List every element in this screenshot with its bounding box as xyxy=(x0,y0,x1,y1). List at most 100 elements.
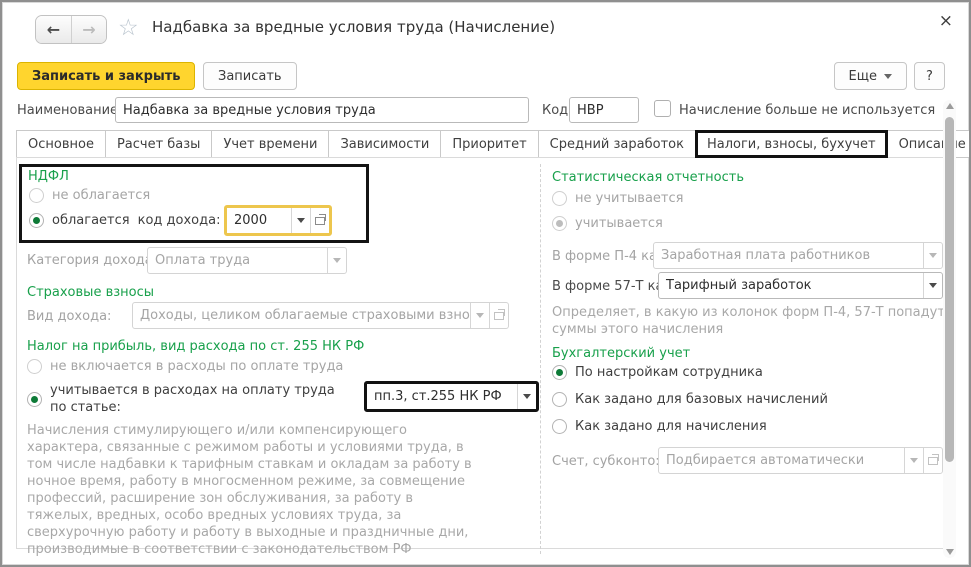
tab-bar: Основное Расчет базы Учет времени Зависи… xyxy=(16,130,971,158)
accounting-by-employee-label: По настройкам сотрудника xyxy=(575,365,763,380)
ndfl-not-taxed-radio xyxy=(29,188,44,203)
t57-form-combobox[interactable]: Тарифный заработок xyxy=(658,272,943,299)
accounting-section-title: Бухгалтерский учет xyxy=(552,346,690,361)
p4-form-combobox: Заработная плата работников xyxy=(653,242,943,269)
history-nav-group: ← → xyxy=(35,15,107,44)
t57-form-dropdown-icon[interactable] xyxy=(923,273,942,298)
window-title: Надбавка за вредные условия труда (Начис… xyxy=(152,18,555,36)
forward-arrow-icon: → xyxy=(82,20,95,39)
stats-not-counted-radio xyxy=(552,191,567,206)
income-category-combobox: Оплата труда xyxy=(147,247,347,274)
account-subconto-combobox: Подбирается автоматически xyxy=(658,447,943,474)
account-subconto-label: Счет, субконто: xyxy=(552,454,660,469)
income-code-dropdown-icon[interactable] xyxy=(291,208,310,233)
account-subconto-dropdown-icon xyxy=(904,448,923,473)
ndfl-not-taxed-option: не облагается xyxy=(29,188,150,203)
accounting-for-accrual-option: Как задано для начисления xyxy=(552,419,767,434)
tab-zavisimosti[interactable]: Зависимости xyxy=(328,130,441,158)
open-form-icon xyxy=(928,457,938,465)
open-form-icon xyxy=(494,312,504,320)
stats-counted-option: учитывается xyxy=(552,216,663,231)
favorite-star-icon[interactable]: ☆ xyxy=(118,15,139,41)
save-and-close-button[interactable]: Записать и закрыть xyxy=(17,62,195,90)
ndfl-not-taxed-label: не облагается xyxy=(52,188,150,203)
stats-hint-text: Определяет, в какую из колонок форм П-4,… xyxy=(552,304,957,338)
p4-form-value: Заработная плата работников xyxy=(654,243,923,268)
profit-tax-included-option: учитывается в расходах на оплату труда п… xyxy=(27,382,352,416)
help-button[interactable]: ? xyxy=(914,62,945,90)
scroll-down-icon[interactable] xyxy=(946,549,954,555)
profit-tax-not-included-option: не включается в расходы по оплате труда xyxy=(27,359,343,374)
accounting-for-accrual-radio[interactable] xyxy=(552,419,567,434)
not-used-label: Начисление больше не используется xyxy=(679,103,935,118)
code-input[interactable] xyxy=(569,97,639,123)
income-type-label: Вид дохода: xyxy=(27,309,111,324)
income-code-open-button[interactable] xyxy=(310,208,329,233)
chevron-down-icon xyxy=(884,74,892,79)
code-label: Код: xyxy=(542,103,573,118)
profit-tax-hint-text: Начисления стимулирующего и/или компенси… xyxy=(27,422,474,558)
p4-form-dropdown-icon xyxy=(923,243,942,268)
tab-opisanie[interactable]: Описание xyxy=(887,130,971,158)
close-icon[interactable]: × xyxy=(939,13,953,30)
profit-tax-not-included-label: не включается в расходы по оплате труда xyxy=(50,359,343,374)
scrollbar-thumb[interactable] xyxy=(945,117,954,462)
accounting-by-employee-radio[interactable] xyxy=(552,365,567,380)
ndfl-section-title: НДФЛ xyxy=(28,169,69,184)
column-separator xyxy=(540,164,541,554)
tab-raschet-bazy[interactable]: Расчет базы xyxy=(105,130,213,158)
income-category-label: Категория дохода: xyxy=(27,253,157,268)
save-button[interactable]: Записать xyxy=(203,62,297,90)
account-subconto-placeholder: Подбирается автоматически xyxy=(659,448,904,473)
income-code-label: код дохода: xyxy=(138,213,221,228)
more-button[interactable]: Еще xyxy=(834,62,907,90)
profit-tax-article-value: пп.3, ст.255 НК РФ xyxy=(367,384,517,409)
stats-counted-label: учитывается xyxy=(575,216,663,231)
name-input[interactable] xyxy=(115,97,529,123)
accounting-for-base-radio[interactable] xyxy=(552,392,567,407)
back-button[interactable]: ← xyxy=(36,16,71,43)
tab-osnovnoe[interactable]: Основное xyxy=(16,130,106,158)
profit-tax-article-combobox[interactable]: пп.3, ст.255 НК РФ xyxy=(364,381,539,412)
stats-not-counted-option: не учитывается xyxy=(552,191,683,206)
open-form-icon xyxy=(315,217,325,225)
profit-tax-section-title: Налог на прибыль, вид расхода по ст. 255… xyxy=(27,339,364,354)
name-label: Наименование: xyxy=(17,103,122,118)
profit-tax-not-included-radio xyxy=(27,359,42,374)
income-type-combobox: Доходы, целиком облагаемые страховыми вз… xyxy=(132,302,509,329)
dialog-window: ← → ☆ Надбавка за вредные условия труда … xyxy=(0,0,971,567)
more-button-label: Еще xyxy=(849,69,877,84)
income-code-value: 2000 xyxy=(227,208,291,233)
insurance-section-title: Страховые взносы xyxy=(27,285,154,300)
vertical-scrollbar[interactable] xyxy=(943,100,956,558)
tab-uchet-vremeni[interactable]: Учет времени xyxy=(211,130,329,158)
income-category-dropdown-icon xyxy=(327,248,346,273)
income-type-value: Доходы, целиком облагаемые страховыми вз… xyxy=(133,303,470,328)
accounting-for-accrual-label: Как задано для начисления xyxy=(575,419,767,434)
account-subconto-open-button xyxy=(923,448,942,473)
income-code-combobox[interactable]: 2000 xyxy=(224,205,332,236)
scroll-up-icon[interactable] xyxy=(946,103,954,109)
tab-sredniy-zarabotok[interactable]: Средний заработок xyxy=(538,130,696,158)
profit-tax-included-label: учитывается в расходах на оплату труда п… xyxy=(50,382,352,416)
accounting-for-base-option: Как задано для базовых начислений xyxy=(552,392,828,407)
forward-button: → xyxy=(71,16,106,43)
back-arrow-icon: ← xyxy=(47,20,60,39)
p4-form-label: В форме П-4 как: xyxy=(552,249,669,264)
accounting-by-employee-option: По настройкам сотрудника xyxy=(552,365,763,380)
tab-prioritet[interactable]: Приоритет xyxy=(440,130,538,158)
income-type-dropdown-icon xyxy=(470,303,489,328)
stats-not-counted-label: не учитывается xyxy=(575,191,683,206)
stats-counted-radio xyxy=(552,216,567,231)
tab-nalogi-vznosy-buhuchet[interactable]: Налоги, взносы, бухучет xyxy=(695,130,888,158)
stats-section-title: Статистическая отчетность xyxy=(552,170,744,185)
income-category-value: Оплата труда xyxy=(148,248,327,273)
not-used-checkbox[interactable] xyxy=(654,100,671,117)
accounting-for-base-label: Как задано для базовых начислений xyxy=(575,392,828,407)
t57-form-value: Тарифный заработок xyxy=(659,273,923,298)
ndfl-taxed-label: облагается xyxy=(52,213,130,228)
income-type-open-button xyxy=(489,303,508,328)
profit-tax-article-dropdown-icon[interactable] xyxy=(517,384,536,409)
ndfl-taxed-radio[interactable] xyxy=(29,213,44,228)
profit-tax-included-radio[interactable] xyxy=(27,392,42,407)
